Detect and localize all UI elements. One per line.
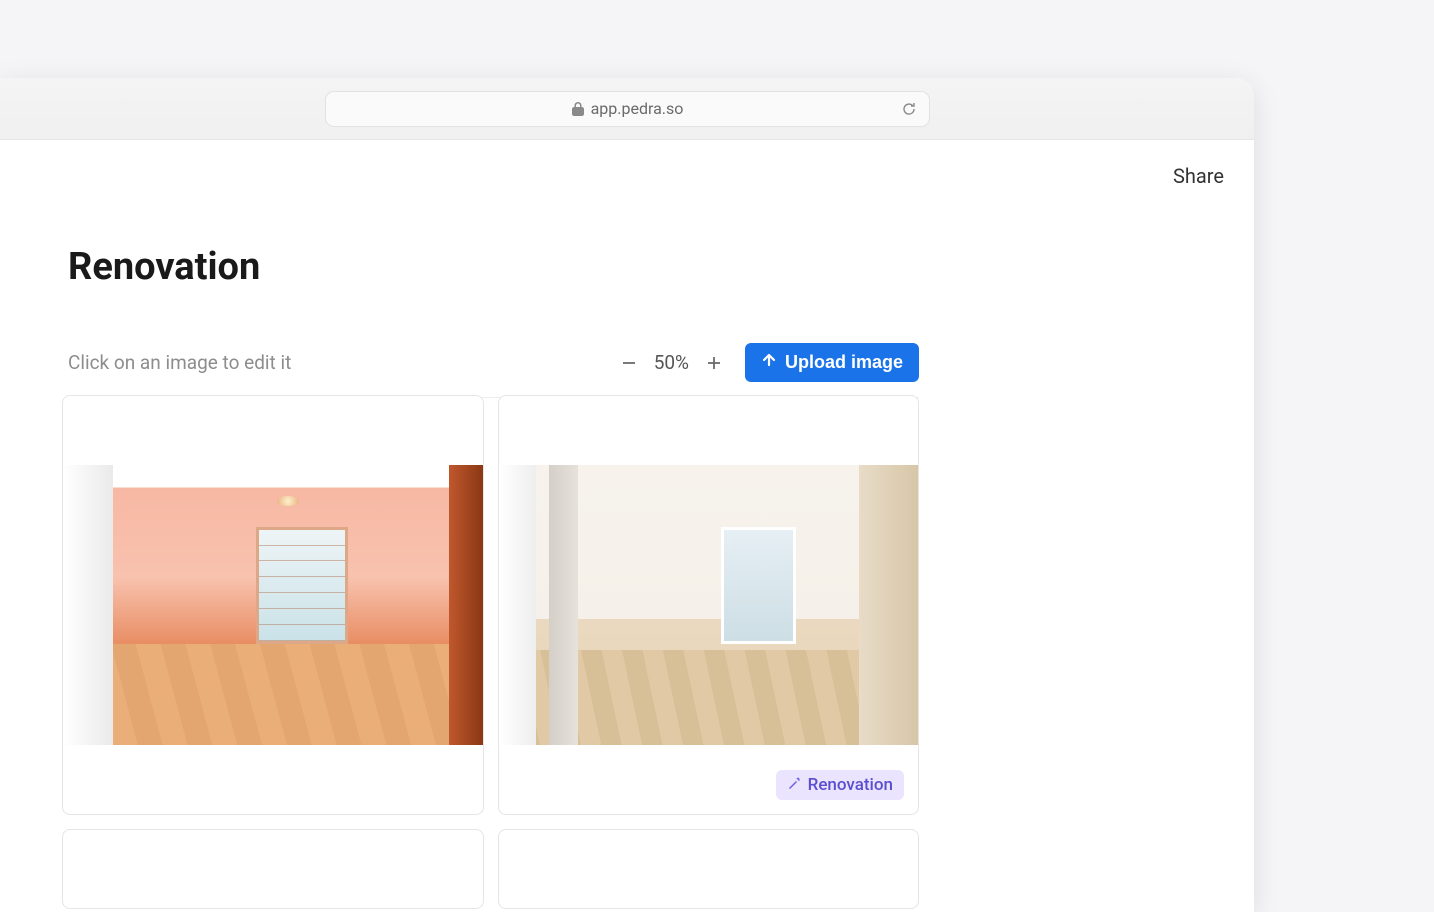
toolbar-right: 50% Upload image [616,343,919,382]
app-content: Share Renovation Click on an image to ed… [0,140,1254,912]
badge-label: Renovation [808,775,893,795]
zoom-out-button[interactable] [616,350,642,376]
image-card[interactable] [498,829,920,909]
magic-wand-icon [787,775,801,795]
lock-icon [571,102,585,116]
share-link[interactable]: Share [1173,164,1224,188]
room-before-image [63,465,483,745]
upload-label: Upload image [785,352,903,373]
page-title: Renovation [68,245,260,289]
address-bar[interactable]: app.pedra.so [325,91,930,127]
toolbar: Click on an image to edit it 50% Upload … [68,343,919,398]
image-card[interactable] [62,395,484,815]
image-card[interactable]: Renovation [498,395,920,815]
room-after-image [499,465,919,745]
upload-icon [761,352,777,373]
browser-window: app.pedra.so Share Renovation Click on a… [0,78,1254,912]
browser-chrome: app.pedra.so [0,78,1254,140]
url-text: app.pedra.so [591,99,684,118]
renovation-badge: Renovation [776,770,904,800]
hint-text: Click on an image to edit it [68,351,291,374]
reload-icon[interactable] [901,101,917,117]
zoom-in-button[interactable] [701,350,727,376]
zoom-level: 50% [654,351,689,374]
upload-image-button[interactable]: Upload image [745,343,919,382]
zoom-controls: 50% [616,350,727,376]
image-grid: Renovation [62,395,919,909]
image-card[interactable] [62,829,484,909]
